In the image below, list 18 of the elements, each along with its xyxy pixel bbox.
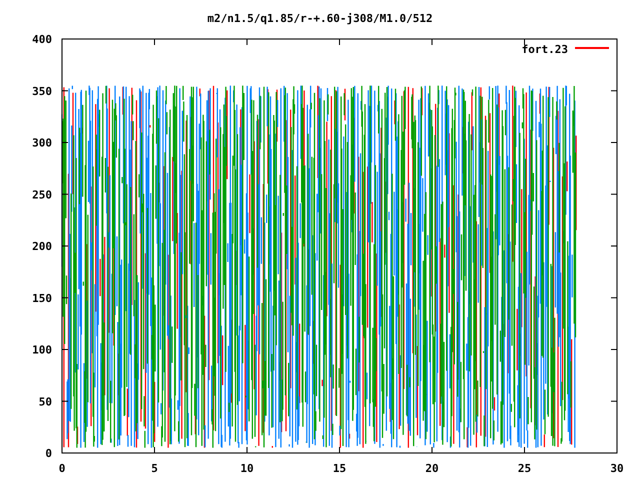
chart-title: m2/n1.5/q1.85/r-+.60-j308/M1.0/512 — [207, 12, 433, 25]
y-tick-label: 400 — [32, 33, 52, 46]
y-tick-label: 150 — [32, 292, 52, 305]
y-tick-label: 50 — [38, 395, 52, 408]
y-tick-label: 0 — [45, 447, 52, 460]
y-tick-label: 200 — [32, 240, 52, 253]
y-tick-label: 350 — [32, 84, 52, 98]
y-tick-label: 100 — [32, 344, 52, 356]
x-tick-label: 25 — [518, 462, 532, 475]
x-tick-label: 15 — [332, 462, 346, 475]
y-tick-label: 250 — [32, 188, 52, 202]
x-tick-label: 0 — [58, 462, 66, 475]
x-tick-label: 10 — [240, 462, 254, 475]
y-tick-label: 300 — [32, 136, 52, 150]
x-tick-label: 5 — [151, 462, 158, 475]
x-tick-label: 20 — [425, 462, 439, 475]
x-tick-label: 30 — [610, 462, 624, 475]
legend-label: fort.23 — [522, 43, 568, 56]
